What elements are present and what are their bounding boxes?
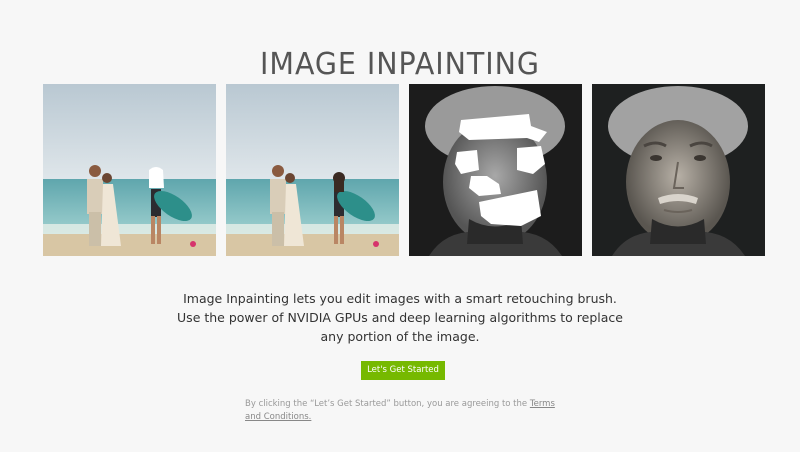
terms-notice: By clicking the “Let’s Get Started” butt… xyxy=(245,398,565,424)
get-started-button[interactable]: Let's Get Started xyxy=(361,361,445,380)
page-title: IMAGE INPAINTING xyxy=(260,47,540,83)
description-line: Image Inpainting lets you edit images wi… xyxy=(183,291,617,306)
beach-couple-masked-image xyxy=(43,84,216,256)
intro-description: Image Inpainting lets you edit images wi… xyxy=(150,289,650,346)
beach-couple-inpainted-image xyxy=(226,84,399,256)
einstein-inpainted-image xyxy=(592,84,765,256)
description-line: any portion of the image. xyxy=(320,329,480,344)
terms-text: By clicking the “Let’s Get Started” butt… xyxy=(245,399,530,409)
description-line: Use the power of NVIDIA GPUs and deep le… xyxy=(177,310,623,325)
einstein-masked-image xyxy=(409,84,582,256)
